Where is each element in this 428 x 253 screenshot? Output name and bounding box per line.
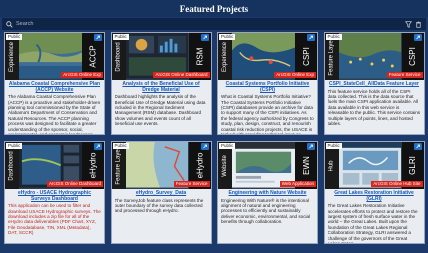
project-card[interactable]: Experience CSPI Public ArcGIS Online Exp… — [217, 32, 318, 135]
item-type-label: Hub — [324, 142, 339, 189]
card-thumbnail[interactable]: Experience CSPI Public ArcGIS Online Exp — [218, 33, 317, 80]
share-button[interactable] — [200, 143, 209, 150]
project-card[interactable]: Dashboard RSM Public ArcGIS Online Dashb… — [110, 32, 212, 135]
item-type-label: Experience — [5, 33, 19, 80]
public-badge: Public — [6, 143, 23, 149]
item-type-badge: ArcGIS Online Exp — [274, 72, 316, 78]
card-thumbnail[interactable]: Dashboard eHydro Public ArcGIS Online Da… — [5, 142, 104, 189]
card-thumbnail[interactable]: Feature Layer CSPI Public Feature Servic… — [324, 33, 424, 80]
share-icon — [96, 35, 100, 40]
card-description: The Alabama Coastal Comprehensive Plan (… — [8, 94, 101, 134]
item-type-badge: ArcGIS Online Hub Site — [371, 181, 423, 187]
card-title-link[interactable]: eHydro_Survey_Data — [115, 190, 208, 197]
item-type-label: Dashboard — [111, 33, 126, 80]
item-type-badge: Feature Service — [173, 181, 210, 187]
share-button[interactable] — [413, 34, 422, 41]
project-card[interactable]: Hub GLRI Public ArcGIS Online Hub Site G… — [323, 141, 425, 244]
card-title-link[interactable]: Coastal Systems Portfolio Initiative (CS… — [221, 81, 314, 93]
item-type-label: Feature Layer — [111, 142, 126, 189]
card-thumbnail[interactable]: Dashboard RSM Public ArcGIS Online Dashb… — [111, 33, 211, 80]
projects-grid: Experience ACCP Public ArcGIS Online Exp… — [4, 32, 425, 253]
card-thumbnail[interactable]: Feature Layer eHydro Public Feature Serv… — [111, 142, 211, 189]
card-title-link[interactable]: CSPI_StateCell_AllData Feature Layer — [328, 81, 421, 88]
card-description: This feature service holds all of the CS… — [327, 88, 421, 127]
item-type-badge: ArcGIS Online Dashboard — [153, 72, 210, 78]
item-type-badge: ArcGIS Online Exp — [61, 72, 103, 78]
card-description: Dashboard highlights the analysis of the… — [114, 94, 206, 127]
public-badge: Public — [6, 34, 23, 40]
search-input[interactable] — [13, 19, 402, 29]
item-type-label: Dashboard — [5, 142, 19, 189]
item-type-label: Experience — [218, 33, 232, 80]
project-card[interactable]: Dashboard eHydro Public ArcGIS Online Da… — [4, 141, 105, 244]
item-type-badge: ArcGIS Online Dashboard — [46, 181, 103, 187]
card-title-link[interactable]: Alabama Coastal Comprehensive Plan (ACCP… — [8, 81, 101, 93]
card-description: Engineering With Nature® is the intentio… — [221, 197, 311, 225]
card-description: The SurveyJob feature class represents t… — [114, 197, 204, 214]
share-button[interactable] — [307, 34, 315, 41]
share-icon — [415, 35, 420, 40]
share-icon — [309, 144, 313, 149]
card-title-link[interactable]: Great Lakes Restoration Initiative (GLRI… — [328, 190, 421, 202]
public-badge: Public — [112, 143, 129, 149]
share-button[interactable] — [94, 34, 102, 41]
share-button[interactable] — [200, 34, 209, 41]
share-button[interactable] — [413, 143, 422, 150]
search-icon — [6, 20, 13, 28]
project-card[interactable]: Experience ACCP Public ArcGIS Online Exp… — [4, 32, 105, 135]
item-type-badge: Web Application — [279, 181, 316, 187]
public-badge: Public — [112, 34, 129, 40]
public-badge: Public — [219, 143, 236, 149]
project-card[interactable]: Feature Layer eHydro Public Feature Serv… — [110, 141, 212, 244]
card-description: What is Coastal Systems Portfolio Initia… — [221, 94, 314, 134]
share-icon — [309, 35, 313, 40]
item-type-badge: Feature Service — [386, 72, 423, 78]
share-button[interactable] — [94, 143, 102, 150]
card-thumbnail[interactable]: Hub GLRI Public ArcGIS Online Hub Site — [324, 142, 424, 189]
share-button[interactable] — [307, 143, 315, 150]
search-bar — [2, 18, 426, 30]
public-badge: Public — [219, 34, 236, 40]
card-title-link[interactable]: Engineering with Nature Website — [221, 190, 314, 197]
public-badge: Public — [325, 143, 342, 149]
trash-icon[interactable] — [414, 20, 422, 28]
project-card[interactable]: Website EWN Public Web Application Engin… — [217, 141, 318, 244]
page-header: Featured Projects — [0, 0, 428, 17]
page-title: Featured Projects — [179, 3, 249, 14]
share-icon — [202, 35, 207, 40]
card-description: This application can be used to filter a… — [8, 203, 101, 236]
share-icon — [202, 144, 207, 149]
card-title-link[interactable]: eHydro - USACE Hydrographic Surveys Dash… — [8, 190, 101, 202]
public-badge: Public — [325, 34, 342, 40]
item-type-label: Website — [218, 142, 232, 189]
item-type-label: Feature Layer — [324, 33, 339, 80]
card-thumbnail[interactable]: Experience ACCP Public ArcGIS Online Exp — [5, 33, 104, 80]
filter-icon[interactable] — [404, 20, 412, 28]
card-thumbnail[interactable]: Website EWN Public Web Application — [218, 142, 317, 189]
share-icon — [415, 144, 420, 149]
project-card[interactable]: Feature Layer CSPI Public Feature Servic… — [323, 32, 425, 135]
card-description: The Great Lakes Restoration Initiative a… — [327, 203, 418, 243]
card-title-link[interactable]: Analysis of the Beneficial Use of Dredge… — [115, 81, 208, 93]
share-icon — [96, 144, 100, 149]
